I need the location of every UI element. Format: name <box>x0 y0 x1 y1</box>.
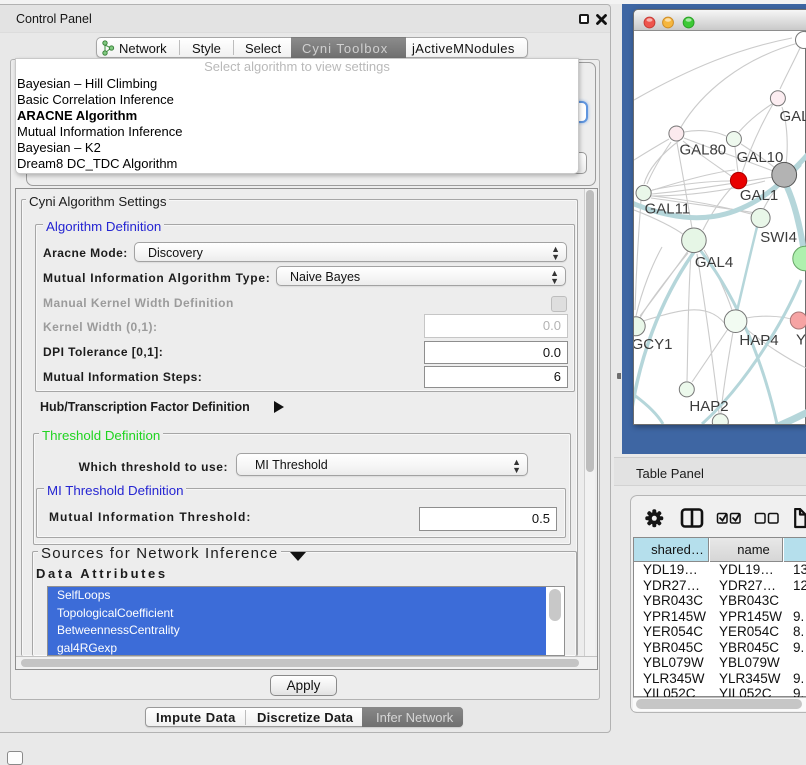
svg-text:GAL11: GAL11 <box>645 201 691 218</box>
svg-text:SWI4: SWI4 <box>760 229 797 246</box>
svg-text:GAL4: GAL4 <box>695 254 733 271</box>
svg-text:HAP4: HAP4 <box>739 332 778 349</box>
svg-text:YEL0: YEL0 <box>796 332 806 349</box>
svg-text:GAL10: GAL10 <box>737 149 784 166</box>
svg-text:GAL2: GAL2 <box>780 108 806 125</box>
svg-text:HAP2: HAP2 <box>689 398 728 415</box>
svg-text:GAL1: GAL1 <box>740 187 778 204</box>
svg-text:GAL80: GAL80 <box>679 142 726 159</box>
svg-text:GCY1: GCY1 <box>634 336 672 353</box>
